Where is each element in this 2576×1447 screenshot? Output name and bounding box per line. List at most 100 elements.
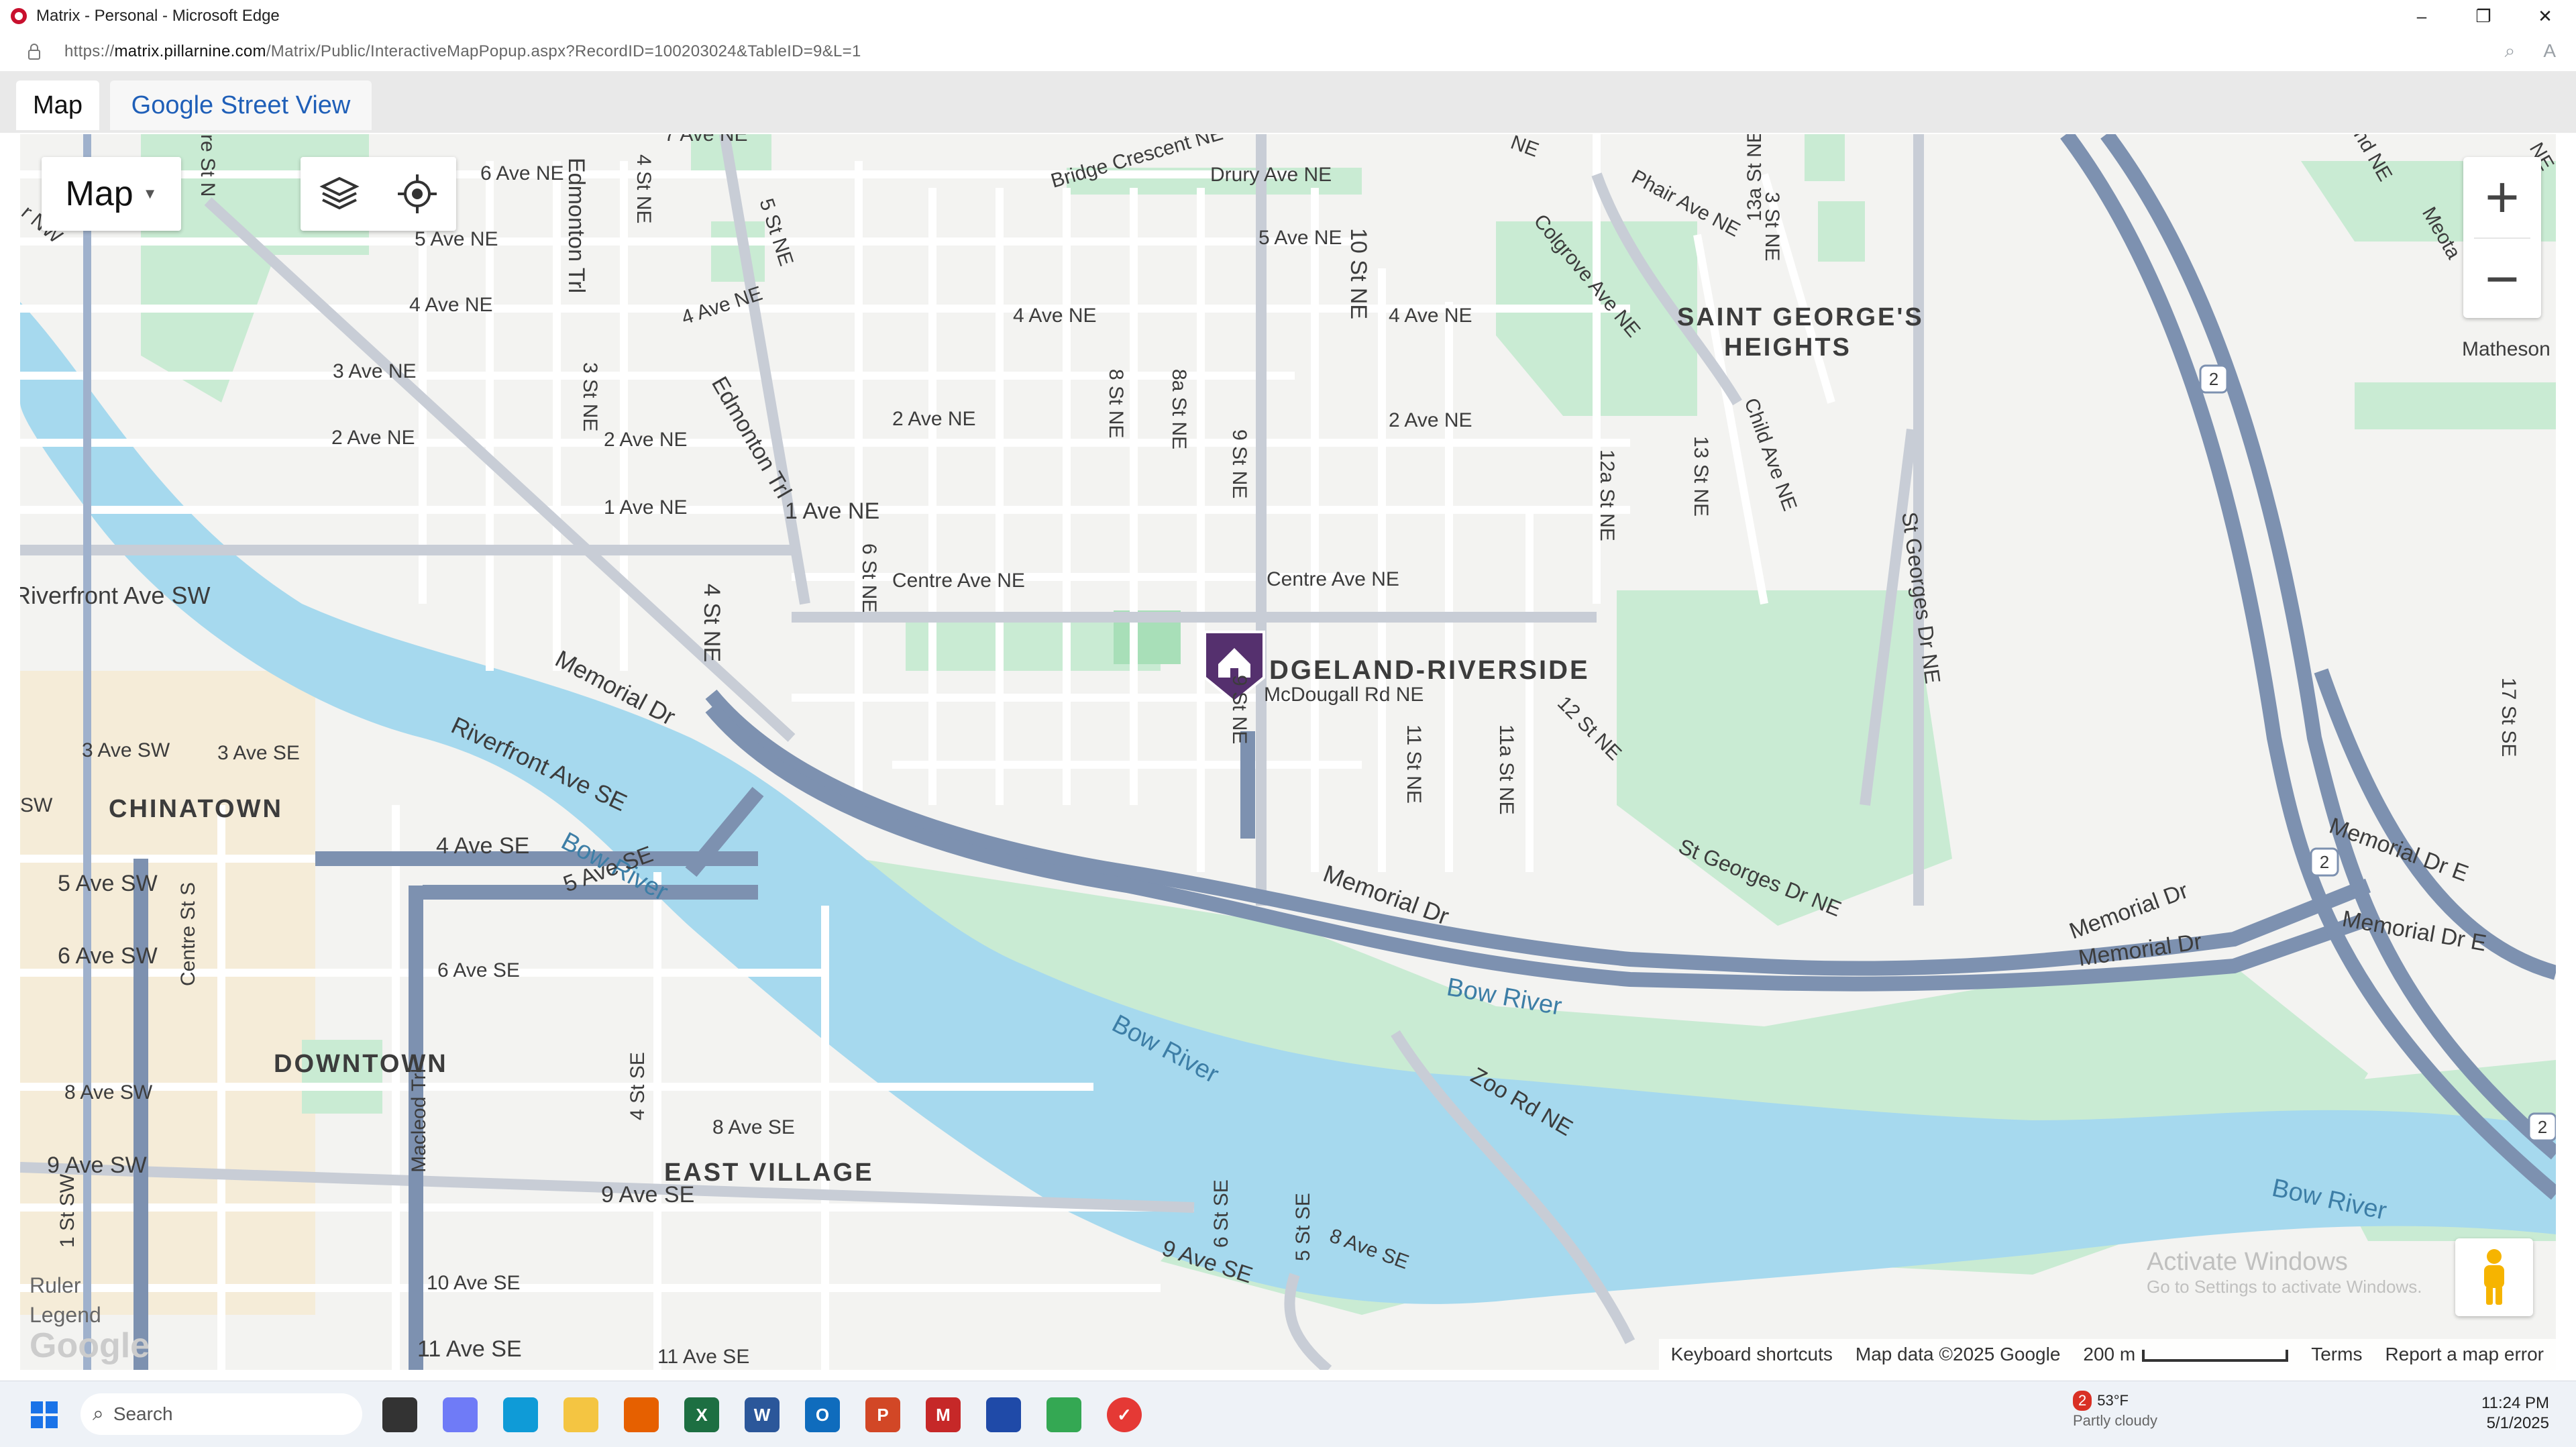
layers-icon[interactable] [316,170,363,217]
map-data-attribution: Map data ©2025 Google [1855,1344,2061,1364]
search-placeholder: Search [113,1403,173,1424]
svg-text:3 Ave NE: 3 Ave NE [333,360,417,382]
clock-date: 5/1/2025 [2486,1414,2549,1432]
svg-text:Centre Ave NE: Centre Ave NE [1267,568,1399,590]
svg-text:6 Ave NE: 6 Ave NE [480,162,564,184]
app-logo-icon [11,8,27,24]
label-st-georges: SAINT GEORGE'S [1677,303,1924,331]
map-corner-links: Ruler Legend Google [30,1271,150,1365]
tab-google-street-view[interactable]: Google Street View [110,81,372,130]
edge-icon[interactable] [503,1397,538,1432]
label-bridgeland: DGELAND-RIVERSIDE [1269,655,1590,685]
activate-windows-watermark: Activate Windows Go to Settings to activ… [2147,1248,2422,1297]
svg-text:3 St NE: 3 St NE [579,362,601,431]
todo-icon[interactable]: ✓ [1107,1397,1142,1432]
svg-text:Drury Ave NE: Drury Ave NE [1210,164,1332,186]
svg-text:2 Ave NE: 2 Ave NE [892,408,976,430]
svg-text:2: 2 [2538,1117,2547,1137]
minimize-button[interactable]: – [2391,0,2453,32]
map-canvas[interactable]: 2 2 2 DGELAND-RIVERSIDE CHINATOWN DOWNTO… [20,134,2556,1370]
close-button[interactable]: ✕ [2514,0,2576,32]
search-icon: ⌕ [93,1403,104,1425]
svg-text:4 Ave NE: 4 Ave NE [1389,305,1472,327]
svg-text:re St N: re St N [197,134,219,197]
restore-button[interactable]: ❐ [2453,0,2514,32]
legend-link[interactable]: Legend [30,1300,150,1330]
google-logo: Google [30,1326,150,1365]
svg-text:9 Ave SE: 9 Ave SE [601,1182,694,1208]
map-type-label: Map [65,174,133,213]
svg-text:11 Ave SE: 11 Ave SE [417,1336,522,1362]
svg-text:8a St NE: 8a St NE [1168,369,1190,449]
svg-text:13 St NE: 13 St NE [1690,436,1712,517]
svg-text:1 Ave NE: 1 Ave NE [785,498,879,524]
zoom-out-button[interactable]: − [2463,239,2541,319]
weather-desc: Partly cloudy [2073,1412,2157,1429]
keyboard-shortcuts-link[interactable]: Keyboard shortcuts [1671,1344,1833,1365]
svg-text:4 Ave NE: 4 Ave NE [409,294,493,316]
svg-text:2 Ave NE: 2 Ave NE [331,427,415,449]
taskbar-search-box[interactable]: ⌕ Search [80,1393,362,1435]
svg-text:Riverfront Ave SW: Riverfront Ave SW [20,582,210,609]
copilot-icon[interactable] [443,1397,478,1432]
clock-time: 11:24 PM [2481,1394,2549,1412]
svg-text:11a St NE: 11a St NE [1495,725,1517,815]
svg-text:Edmonton Trl: Edmonton Trl [564,158,589,293]
map-type-dropdown[interactable]: Map ▼ [42,157,181,231]
window-title: Matrix - Personal - Microsoft Edge [36,7,280,25]
svg-text:4 St NE: 4 St NE [633,154,655,223]
scale-indicator[interactable]: 200 m [2083,1344,2289,1365]
svg-text:17 St SE: 17 St SE [2498,678,2520,757]
svg-text:10 Ave SE: 10 Ave SE [427,1272,521,1294]
start-button[interactable] [27,1397,62,1432]
label-chinatown: CHINATOWN [109,795,283,823]
url-text[interactable]: https://matrix.pillarnine.com/Matrix/Pub… [64,42,861,61]
windows-taskbar: ⌕ Search X W O P M ✓ 2 53°F Partly cloudy… [0,1381,2576,1447]
mcafee-icon[interactable]: M [926,1397,961,1432]
svg-text:7 Ave NE: 7 Ave NE [664,134,748,146]
svg-text:5 St SE: 5 St SE [1292,1193,1314,1261]
outlook-icon[interactable]: O [805,1397,840,1432]
calculator-icon[interactable] [986,1397,1021,1432]
zoom-icon[interactable]: ⌕ [2505,40,2516,62]
map-graphics[interactable]: 2 2 2 DGELAND-RIVERSIDE CHINATOWN DOWNTO… [20,134,2556,1370]
address-bar[interactable]: https://matrix.pillarnine.com/Matrix/Pub… [0,32,2576,72]
firefox-icon[interactable] [624,1397,659,1432]
svg-text:10 St NE: 10 St NE [1346,228,1371,319]
label-east-village: EAST VILLAGE [664,1159,874,1187]
zoom-control: + − [2463,157,2541,318]
svg-text:4 St SE: 4 St SE [627,1052,649,1120]
page-info-icon[interactable] [24,42,44,62]
svg-text:McDougall Rd NE: McDougall Rd NE [1264,684,1424,706]
svg-text:5 Ave NE: 5 Ave NE [415,228,498,250]
svg-text:9 St NE: 9 St NE [1228,675,1250,744]
file-explorer-icon[interactable] [564,1397,598,1432]
svg-text:3 Ave SW: 3 Ave SW [82,739,170,761]
report-map-error-link[interactable]: Report a map error [2385,1344,2544,1365]
system-clock[interactable]: 11:24 PM 5/1/2025 [2481,1393,2549,1434]
svg-text:8 St NE: 8 St NE [1105,369,1127,438]
terms-link[interactable]: Terms [2311,1344,2362,1365]
svg-text:SW: SW [20,794,53,816]
svg-text:2 Ave NE: 2 Ave NE [604,429,688,451]
tab-map[interactable]: Map [16,81,99,130]
street-view-pegman-icon[interactable] [2455,1238,2533,1316]
read-aloud-icon[interactable]: A [2543,40,2556,62]
svg-text:5 Ave SW: 5 Ave SW [58,871,158,896]
task-view-icon[interactable] [382,1397,417,1432]
svg-text:Centre Ave NE: Centre Ave NE [892,570,1025,592]
chrome-icon[interactable] [1046,1397,1081,1432]
svg-text:11 Ave SE: 11 Ave SE [657,1346,749,1368]
weather-widget[interactable]: 2 53°F Partly cloudy [2073,1391,2157,1431]
excel-icon[interactable]: X [684,1397,719,1432]
svg-text:3 St NE: 3 St NE [1761,192,1783,261]
ruler-link[interactable]: Ruler [30,1271,150,1300]
svg-text:4 Ave SE: 4 Ave SE [436,833,529,859]
svg-text:6 St SE: 6 St SE [1210,1179,1232,1248]
zoom-in-button[interactable]: + [2463,157,2541,237]
locate-me-icon[interactable] [394,170,441,217]
svg-text:4 St NE: 4 St NE [699,584,724,662]
word-icon[interactable]: W [745,1397,780,1432]
powerpoint-icon[interactable]: P [865,1397,900,1432]
svg-text:4 Ave NE: 4 Ave NE [1013,305,1097,327]
